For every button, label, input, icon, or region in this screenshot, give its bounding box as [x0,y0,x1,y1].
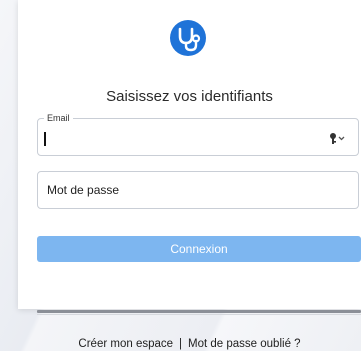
create-account-link[interactable]: Créer mon espace [78,338,173,350]
login-button[interactable]: Connexion [37,236,361,262]
forgot-password-link[interactable]: Mot de passe oublié ? [188,338,301,350]
password-field[interactable]: Mot de passe [37,171,359,209]
footer-links: Créer mon espace | Mot de passe oublié ? [0,338,361,350]
login-title: Saisissez vos identifiants [106,88,273,105]
email-label: Email [44,112,73,124]
divider-shadow [37,314,361,315]
key-icon[interactable] [328,131,346,145]
divider [37,310,361,313]
text-cursor [44,132,46,146]
email-field[interactable]: Email [37,112,359,156]
footer-separator: | [179,338,183,350]
password-placeholder: Mot de passe [47,183,120,197]
stethoscope-icon [170,20,206,56]
